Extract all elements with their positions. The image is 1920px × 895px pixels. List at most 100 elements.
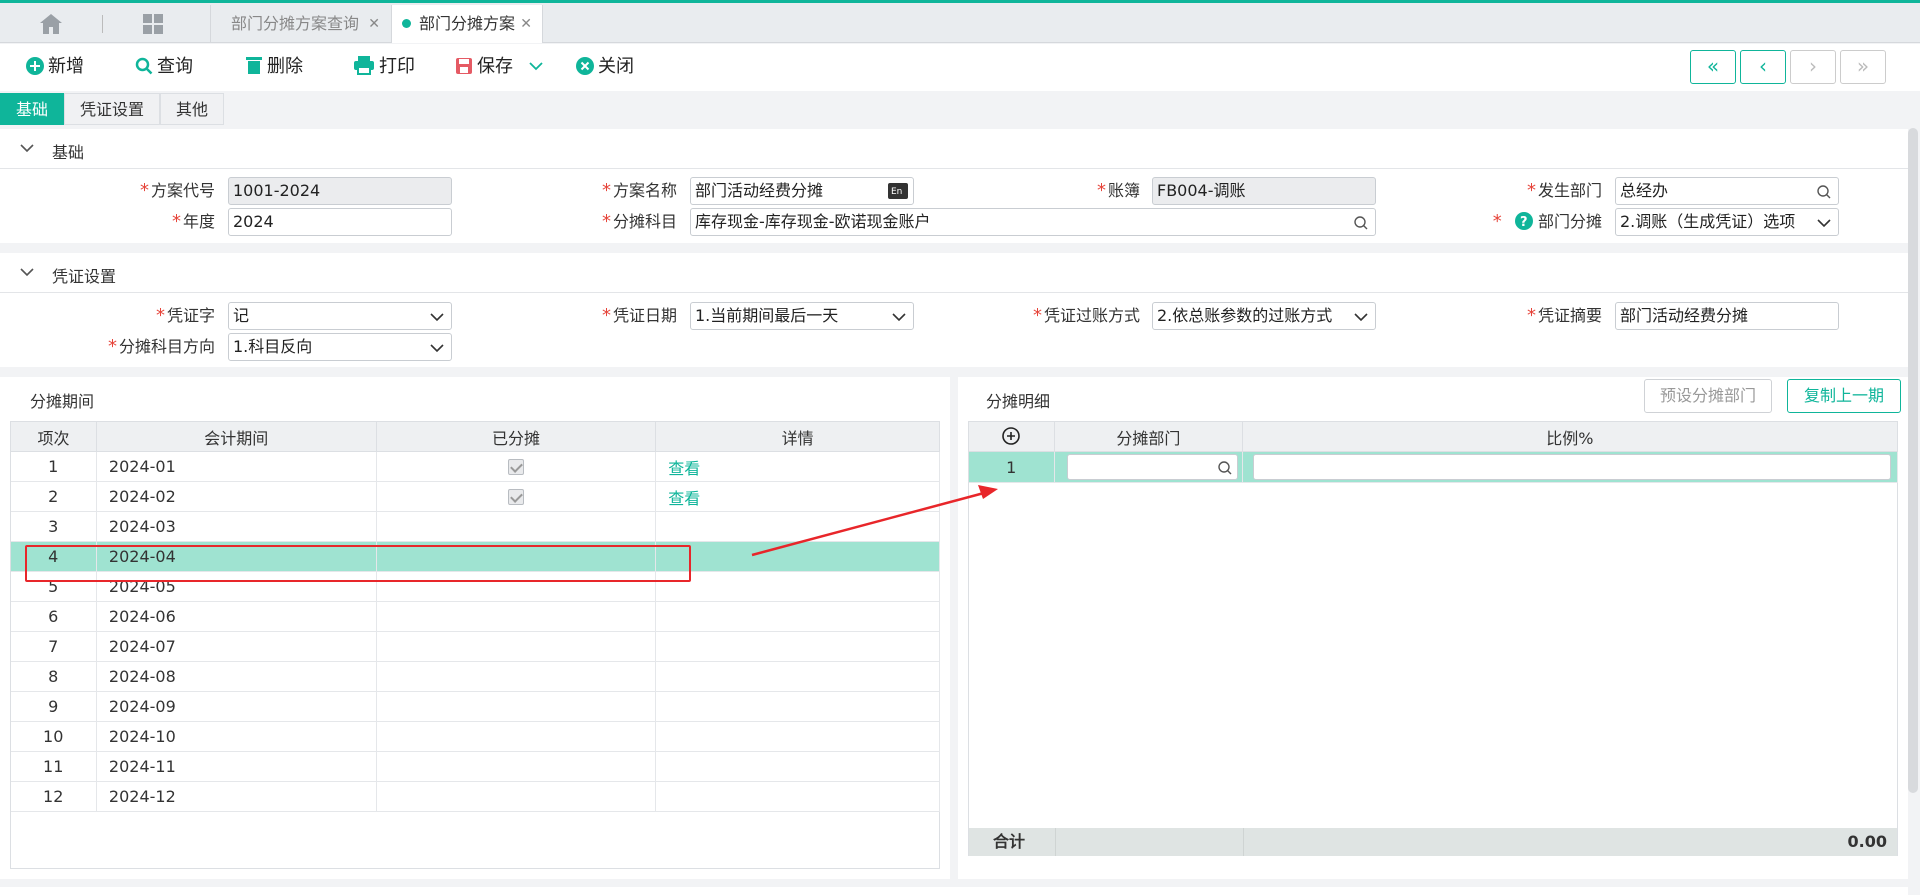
chevron-down-icon [430, 313, 444, 322]
subject-label: * 分摊科目 [601, 211, 677, 232]
search-icon [135, 57, 153, 75]
tab-other[interactable]: 其他 [160, 93, 224, 125]
close-icon[interactable]: ✕ [520, 5, 532, 43]
period-cell: 2024-12 [96, 781, 377, 812]
voucher-word-select[interactable]: 记 [228, 302, 452, 330]
table-row[interactable]: 4 2024-04 [10, 541, 940, 572]
row-number: 3 [10, 511, 97, 542]
close-icon[interactable]: ✕ [368, 5, 380, 43]
svg-text:?: ? [1520, 215, 1528, 230]
search-icon[interactable] [1353, 215, 1369, 231]
ledger-field[interactable]: FB004-调账 [1152, 177, 1376, 205]
detail-cell [655, 631, 940, 662]
total-label: 合计 [993, 832, 1026, 851]
dept-alloc-label: * ? 部门分摊 [1492, 211, 1602, 232]
view-link[interactable]: 查看 [668, 459, 700, 478]
first-record-button[interactable]: « [1690, 50, 1736, 84]
table-row[interactable]: 5 2024-05 [10, 571, 940, 602]
translate-icon[interactable]: En [887, 182, 909, 200]
close-button[interactable]: 关闭 [576, 54, 634, 80]
tab-scheme-query[interactable]: 部门分摊方案查询 ✕ [210, 5, 390, 43]
table-row[interactable]: 1 2024-01 查看 [10, 451, 940, 482]
voucher-post-select[interactable]: 2.依总账参数的过账方式 [1152, 302, 1376, 330]
prev-record-button[interactable]: ‹ [1740, 50, 1786, 84]
voucher-summary-field[interactable]: 部门活动经费分摊 [1615, 302, 1839, 330]
voucher-word-value: 记 [233, 306, 250, 325]
detail-cell: 查看 [655, 451, 940, 482]
detail-cell [655, 601, 940, 632]
allocated-cell [376, 751, 657, 782]
copy-previous-button[interactable]: 复制上一期 [1787, 379, 1901, 413]
page-scrollbar[interactable] [1908, 128, 1918, 793]
search-icon[interactable] [1217, 460, 1233, 476]
period-cell: 2024-01 [96, 451, 377, 482]
direction-select[interactable]: 1.科目反向 [228, 333, 452, 361]
detail-cell [655, 541, 940, 572]
ratio-input[interactable] [1252, 454, 1891, 480]
table-row[interactable]: 11 2024-11 [10, 751, 940, 782]
apps-grid-icon[interactable] [142, 13, 164, 35]
query-label: 查询 [157, 56, 193, 77]
dept-alloc-select[interactable]: 2.调账（生成凭证）选项 [1615, 208, 1839, 236]
chevron-down-icon [1817, 219, 1831, 228]
home-icon[interactable] [38, 12, 64, 36]
close-circle-icon [576, 57, 594, 75]
scheme-code-field[interactable]: 1001-2024 [228, 177, 452, 205]
column-header[interactable]: 分摊部门 [1053, 421, 1243, 452]
help-icon[interactable]: ? [1514, 212, 1533, 230]
delete-button[interactable]: 删除 [245, 54, 303, 80]
table-row[interactable]: 10 2024-10 [10, 721, 940, 752]
details-grid-frame [968, 421, 1898, 856]
total-row: 合计 0.00 [969, 828, 1897, 856]
print-button[interactable]: 打印 [353, 54, 415, 80]
last-record-button[interactable]: » [1840, 50, 1886, 84]
column-header[interactable]: 详情 [655, 421, 940, 452]
detail-cell [655, 511, 940, 542]
table-row[interactable]: 6 2024-06 [10, 601, 940, 632]
section-title: 基础 [52, 143, 85, 162]
search-icon[interactable] [1816, 184, 1832, 200]
subject-field[interactable]: 库存现金-库存现金-欧诺现金账户 [690, 208, 1376, 236]
add-row-cell[interactable] [968, 421, 1055, 452]
add-label: 新增 [48, 56, 84, 77]
save-button[interactable]: 保存 [455, 54, 543, 80]
table-row[interactable]: 3 2024-03 [10, 511, 940, 542]
column-header[interactable]: 已分摊 [375, 421, 657, 452]
row-number: 7 [10, 631, 97, 662]
tab-voucher-settings[interactable]: 凭证设置 [64, 93, 160, 125]
save-label: 保存 [477, 56, 513, 77]
allocated-cell [376, 601, 657, 632]
voucher-section: 凭证设置 * 凭证字 记 * 凭证日期 1.当前期间最后一天 * 凭证过账方式 2.依… [0, 253, 1908, 367]
view-link[interactable]: 查看 [668, 489, 700, 508]
tab-basic[interactable]: 基础 [0, 93, 64, 125]
table-row[interactable]: 12 2024-12 [10, 781, 940, 812]
column-header[interactable]: 比例% [1241, 421, 1899, 452]
alloc-dept-input[interactable] [1066, 454, 1238, 480]
query-button[interactable]: 查询 [135, 54, 193, 80]
tab-scheme[interactable]: 部门分摊方案 ✕ [391, 5, 543, 43]
add-row-icon[interactable] [1002, 427, 1021, 445]
allocated-cell [376, 721, 657, 752]
year-field[interactable]: 2024 [228, 208, 452, 236]
voucher-section-header[interactable]: 凭证设置 [0, 253, 1908, 293]
alloc-dept-cell[interactable] [1054, 451, 1243, 483]
basic-section-header[interactable]: 基础 [0, 129, 1908, 169]
voucher-post-label: * 凭证过账方式 [1032, 305, 1140, 326]
table-row[interactable]: 1 [968, 451, 1899, 483]
table-row[interactable]: 8 2024-08 [10, 661, 940, 692]
table-row[interactable]: 9 2024-09 [10, 691, 940, 722]
table-row[interactable]: 2 2024-02 查看 [10, 481, 940, 512]
scheme-name-field[interactable]: 部门活动经费分摊 En [690, 177, 914, 205]
column-header[interactable]: 项次 [10, 421, 97, 452]
table-row[interactable]: 7 2024-07 [10, 631, 940, 662]
column-header[interactable]: 会计期间 [95, 421, 377, 452]
preset-dept-button[interactable]: 预设分摊部门 [1644, 379, 1772, 413]
next-record-button[interactable]: › [1790, 50, 1836, 84]
voucher-date-select[interactable]: 1.当前期间最后一天 [690, 302, 914, 330]
voucher-date-label: * 凭证日期 [601, 305, 677, 326]
ratio-cell[interactable] [1242, 451, 1899, 483]
add-button[interactable]: 新增 [26, 54, 84, 80]
dept-field[interactable]: 总经办 [1615, 177, 1839, 205]
total-value: 0.00 [1847, 832, 1887, 851]
chevron-down-icon[interactable] [529, 61, 543, 71]
